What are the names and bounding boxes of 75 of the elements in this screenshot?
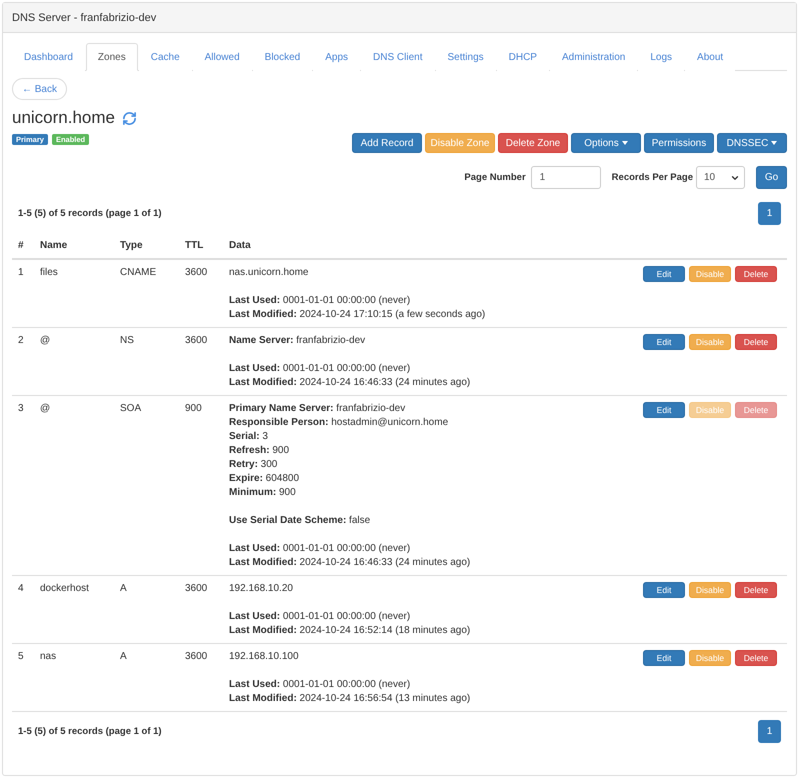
row-action-button[interactable]: Edit [643, 334, 685, 350]
zone-action-button[interactable]: DNSSEC [717, 133, 787, 153]
record-data-line: Use Serial Date Scheme: false [229, 514, 370, 528]
field-label: Page Number [464, 172, 526, 183]
row-action-button[interactable]: Delete [735, 334, 777, 350]
column-header: Name [40, 240, 68, 251]
record-data-line: Retry: 300 [229, 458, 278, 472]
record-type: CNAME [120, 267, 156, 278]
record-data-line: 192.168.10.20 [229, 582, 293, 596]
zone-action-button[interactable]: Delete Zone [498, 133, 568, 153]
record-name: nas [40, 651, 56, 662]
record-data-line: Primary Name Server: franfabrizio-dev [229, 402, 406, 416]
record-type: NS [120, 335, 134, 346]
zone-title: unicorn.home [12, 107, 116, 129]
page-button[interactable]: 1 [758, 202, 781, 225]
row-number: 1 [18, 267, 24, 278]
row-number: 2 [18, 335, 24, 346]
record-ttl: 3600 [185, 267, 208, 278]
zone-action-button[interactable]: Options [571, 133, 641, 153]
row-action-button[interactable]: Edit [643, 266, 685, 282]
record-data-line: Last Modified: 2024-10-24 16:46:33 (24 minutes ago) [229, 556, 470, 570]
zone-action-button[interactable]: Add Record [352, 133, 422, 153]
row-action-button[interactable]: Edit [643, 582, 685, 598]
record-data-line: Last Used: 0001-01-01 00:00:00 (never) [229, 610, 410, 624]
column-header: Type [120, 240, 143, 251]
record-data-line: Refresh: 900 [229, 444, 290, 458]
row-action-button[interactable]: Delete [735, 582, 777, 598]
record-data-line: Last Modified: 2024-10-24 16:52:14 (18 minutes ago) [229, 624, 470, 638]
record-ttl: 3600 [185, 651, 208, 662]
record-data-line: Last Modified: 2024-10-24 16:56:54 (13 minutes ago) [229, 692, 470, 706]
page-button[interactable]: 1 [758, 720, 781, 743]
record-ttl: 3600 [185, 583, 208, 594]
field-label: Records Per Page [612, 172, 693, 183]
window-title: DNS Server - franfabrizio-dev [12, 12, 156, 24]
record-name: dockerhost [40, 583, 89, 594]
record-data-line: Name Server: franfabrizio-dev [229, 334, 366, 348]
record-data-line: Last Used: 0001-01-01 00:00:00 (never) [229, 678, 410, 692]
column-header: TTL [185, 240, 204, 251]
record-data-line: Last Modified: 2024-10-24 17:10:15 (a few seconds ago) [229, 308, 486, 322]
record-data-line: Expire: 604800 [229, 472, 300, 486]
record-data-line: 192.168.10.100 [229, 650, 299, 664]
record-data-line: Last Used: 0001-01-01 00:00:00 (never) [229, 294, 410, 308]
page-number-field[interactable]: 1 [530, 166, 601, 189]
record-type: SOA [120, 403, 142, 414]
column-header: # [18, 240, 24, 251]
row-number: 4 [18, 583, 24, 594]
nav-tab[interactable]: Zones [86, 43, 138, 71]
refresh-icon[interactable] [122, 110, 138, 126]
record-ttl: 3600 [185, 335, 208, 346]
record-data-line: Responsible Person: hostadmin@unicorn.home [229, 416, 448, 430]
column-header: Data [229, 240, 251, 251]
zone-action-button[interactable]: Permissions [644, 133, 714, 153]
record-data-line: Last Used: 0001-01-01 00:00:00 (never) [229, 362, 410, 376]
records-per-page-select[interactable]: 10 [696, 166, 745, 189]
record-type: A [120, 651, 127, 662]
record-name: @ [40, 403, 50, 414]
row-action-button[interactable]: Delete [735, 266, 777, 282]
record-name: @ [40, 335, 50, 346]
row-number: 5 [18, 651, 24, 662]
record-ttl: 900 [185, 403, 202, 414]
row-action-button[interactable]: Edit [643, 402, 685, 418]
record-name: files [40, 267, 58, 278]
record-type: A [120, 583, 127, 594]
row-action-button[interactable]: Delete [735, 650, 777, 666]
record-data-line: Serial: 3 [229, 430, 268, 444]
row-number: 3 [18, 403, 24, 414]
records-summary: 1-5 (5) of 5 records (page 1 of 1) [18, 726, 162, 737]
record-data-line: nas.unicorn.home [229, 266, 308, 280]
record-data-line: Last Modified: 2024-10-24 16:46:33 (24 minutes ago) [229, 376, 470, 390]
record-data-line: Last Used: 0001-01-01 00:00:00 (never) [229, 542, 410, 556]
back-button[interactable]: ← Back [12, 78, 67, 100]
record-data-line: Minimum: 900 [229, 486, 296, 500]
row-action-button[interactable]: Edit [643, 650, 685, 666]
records-summary: 1-5 (5) of 5 records (page 1 of 1) [18, 208, 162, 219]
go-button[interactable]: Go [756, 166, 787, 189]
